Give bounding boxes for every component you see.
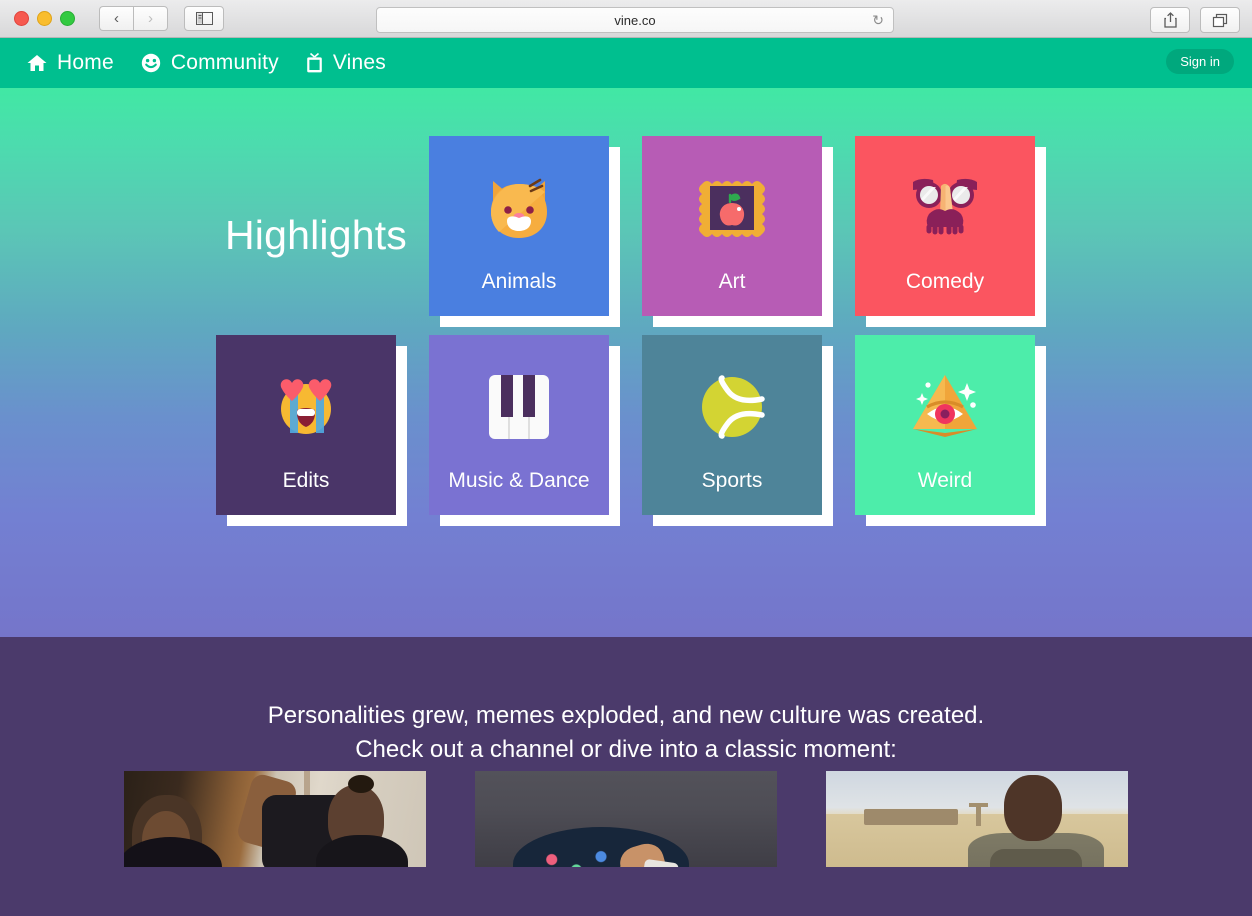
chevron-right-icon: › xyxy=(148,10,153,27)
tile-cell-animals: Animals xyxy=(429,136,642,335)
tile-cell-art: Art xyxy=(642,136,855,335)
address-bar[interactable]: vine.co ↻ xyxy=(376,7,894,33)
tile-cell-music-dance: Music & Dance xyxy=(429,335,642,534)
home-icon xyxy=(27,55,47,71)
cat-face-icon xyxy=(429,158,609,258)
hero-title-cell: Highlights xyxy=(216,136,429,335)
category-tile-sports[interactable]: Sports xyxy=(642,335,822,515)
zoom-window-button[interactable] xyxy=(60,11,75,26)
tabs-icon xyxy=(1212,13,1228,27)
close-window-button[interactable] xyxy=(14,11,29,26)
tile-label-art: Art xyxy=(718,270,746,293)
lead-text-block: Personalities grew, memes exploded, and … xyxy=(0,637,1252,767)
lead-line-1: Personalities grew, memes exploded, and … xyxy=(267,702,985,729)
share-button[interactable] xyxy=(1150,7,1190,33)
thumbnail-desert-soldier[interactable] xyxy=(826,771,1128,867)
back-button[interactable]: ‹ xyxy=(99,6,133,31)
category-tile-edits[interactable]: Edits xyxy=(216,335,396,515)
video-thumbnail-row xyxy=(0,771,1252,867)
hero-section: Highlights Animals Art Comedy Edits Musi… xyxy=(0,88,1252,637)
sidebar-icon xyxy=(195,12,213,25)
url-text: vine.co xyxy=(614,12,656,28)
minimize-window-button[interactable] xyxy=(37,11,52,26)
toolbar-right-buttons xyxy=(1150,7,1240,33)
category-tile-music-dance[interactable]: Music & Dance xyxy=(429,335,609,515)
tile-label-sports: Sports xyxy=(701,469,763,492)
tile-label-animals: Animals xyxy=(481,270,557,293)
page-title: Highlights xyxy=(224,212,407,258)
tennis-ball-icon xyxy=(642,357,822,457)
soldier-vest xyxy=(990,849,1082,867)
show-sidebar-button[interactable] xyxy=(184,6,224,31)
chevron-left-icon: ‹ xyxy=(114,10,119,27)
category-tile-comedy[interactable]: Comedy xyxy=(855,136,1035,316)
navigation-buttons: ‹ › xyxy=(99,6,168,31)
lead-line-2: Check out a channel or dive into a class… xyxy=(355,736,897,763)
nav-item-community[interactable]: Community xyxy=(140,51,279,75)
lower-section: Personalities grew, memes exploded, and … xyxy=(0,637,1252,916)
eye-pyramid-icon xyxy=(855,357,1035,457)
heart-eyes-face-icon xyxy=(216,357,396,457)
thumbnail-locker-room[interactable] xyxy=(124,771,426,867)
forward-button[interactable]: › xyxy=(133,6,168,31)
piano-keys-icon xyxy=(429,357,609,457)
tile-label-weird: Weird xyxy=(917,469,973,492)
category-tile-animals[interactable]: Animals xyxy=(429,136,609,316)
category-tile-weird[interactable]: Weird xyxy=(855,335,1035,515)
tower-detail xyxy=(976,803,981,826)
tile-cell-comedy: Comedy xyxy=(855,136,1068,335)
tile-cell-sports: Sports xyxy=(642,335,855,534)
tile-label-music-dance: Music & Dance xyxy=(448,469,590,492)
soldier-head xyxy=(1004,775,1062,841)
thumbnail-dark-room[interactable] xyxy=(475,771,777,867)
framed-apple-icon xyxy=(642,158,822,258)
nav-label-home: Home xyxy=(57,51,114,74)
window-traffic-lights xyxy=(14,11,75,26)
tile-label-comedy: Comedy xyxy=(905,270,985,293)
smiley-face-icon xyxy=(141,53,161,73)
site-navigation-bar: Home Community Vines Sign in xyxy=(0,38,1252,88)
nav-label-community: Community xyxy=(170,51,279,74)
tv-video-icon xyxy=(307,52,322,73)
tile-cell-edits: Edits xyxy=(216,335,429,534)
browser-chrome: ‹ › vine.co ↻ xyxy=(0,0,1252,38)
nav-label-vines: Vines xyxy=(332,51,386,74)
nav-item-vines[interactable]: Vines xyxy=(305,51,386,75)
highlights-grid: Highlights Animals Art Comedy Edits Musi… xyxy=(216,136,1068,534)
nav-item-home[interactable]: Home xyxy=(26,51,114,75)
show-all-tabs-button[interactable] xyxy=(1200,7,1240,33)
building-detail xyxy=(864,809,958,826)
share-icon xyxy=(1163,12,1177,28)
reload-icon[interactable]: ↻ xyxy=(872,12,884,29)
tile-label-edits: Edits xyxy=(282,469,330,492)
tile-cell-weird: Weird xyxy=(855,335,1068,534)
disguise-glasses-icon xyxy=(855,158,1035,258)
sign-in-button[interactable]: Sign in xyxy=(1166,49,1234,74)
hair-bun-detail xyxy=(348,775,374,793)
category-tile-art[interactable]: Art xyxy=(642,136,822,316)
